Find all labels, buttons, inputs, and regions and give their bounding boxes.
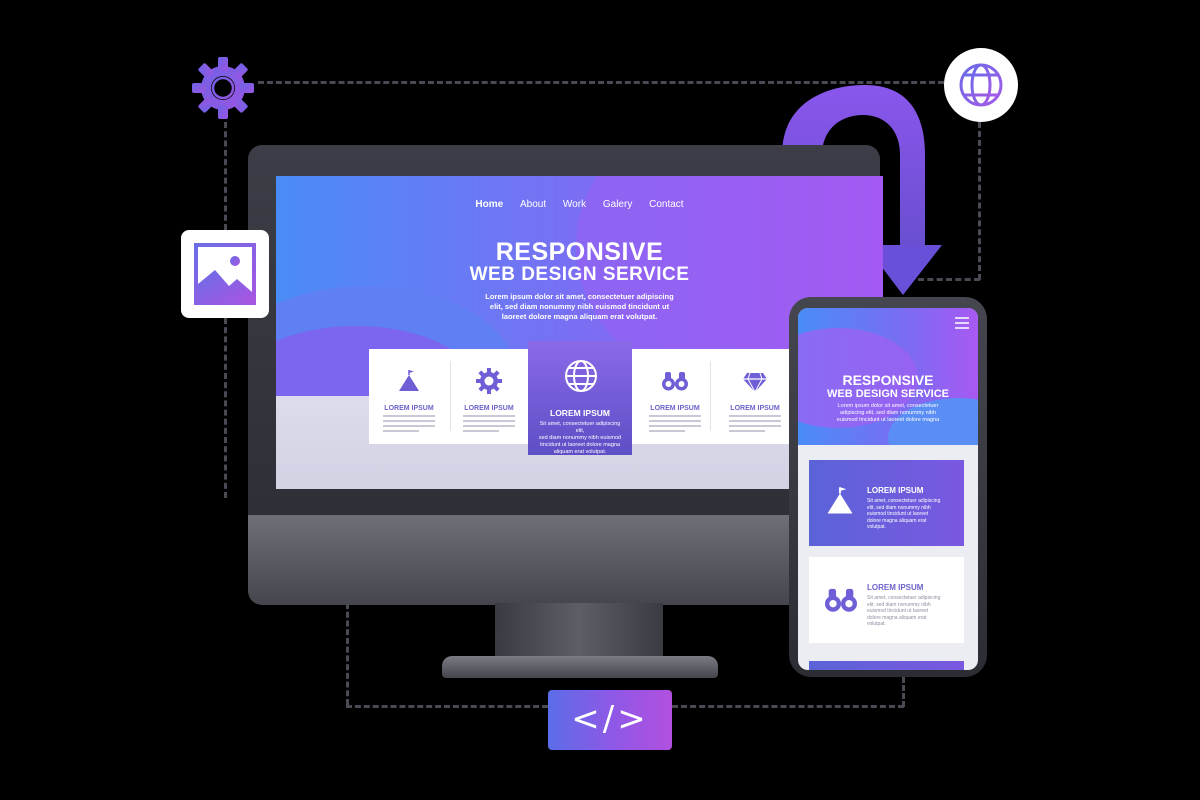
mobile-card-3[interactable] — [809, 661, 964, 670]
nav-about[interactable]: About — [520, 199, 546, 210]
connector-line-bottom-left — [346, 705, 548, 708]
image-icon — [194, 243, 256, 305]
nav-contact[interactable]: Contact — [649, 199, 683, 210]
mobile-card-1-desc-line5: volutpat. — [867, 524, 886, 530]
code-badge: </> — [548, 690, 672, 750]
mobile-hero-desc-line2: adipiscing elit, sed diam nonummy nibh — [840, 410, 936, 416]
mountain-flag-icon — [399, 370, 419, 391]
mobile-card-1[interactable]: LOREM IPSUM Sit amet, consectetuer adipi… — [809, 460, 964, 546]
globe-badge — [944, 48, 1018, 122]
hamburger-menu-icon[interactable] — [954, 316, 970, 330]
mobile-website-screen: RESPONSIVE WEB DESIGN SERVICE Lorem ipsu… — [798, 308, 978, 670]
diamond-icon — [743, 372, 767, 393]
mobile-hero-title-line1: RESPONSIVE — [842, 372, 934, 388]
feature-card-4[interactable]: LOREM IPSUM — [635, 349, 715, 444]
gear-icon — [476, 368, 502, 394]
feature-card-4-text — [649, 415, 701, 435]
mobile-hero-desc: Lorem ipsum dolor sit amet, consectetuer… — [798, 403, 978, 424]
feature-card-5-title: LOREM IPSUM — [730, 405, 780, 412]
connector-line-right — [978, 122, 981, 280]
feature-card-2-text — [463, 415, 515, 435]
mobile-card-2-title: LOREM IPSUM — [867, 583, 924, 592]
image-badge — [181, 230, 269, 318]
feature-card-1-title: LOREM IPSUM — [384, 405, 434, 412]
feature-card-featured-title: LOREM IPSUM — [550, 408, 610, 418]
nav-galery[interactable]: Galery — [603, 199, 632, 210]
hero-desc-line1: Lorem ipsum dolor sit amet, consectetuer… — [485, 292, 674, 301]
feature-card-2-title: LOREM IPSUM — [464, 405, 514, 412]
mobile-hero-desc-line3: euismod tincidunt ut laoreet dolore magn… — [836, 417, 940, 423]
site-nav: Home About Work Galery Contact — [276, 199, 883, 210]
featured-desc-line4: aliquam erat volutpat. — [553, 449, 607, 455]
connector-line-monitor-bottom — [346, 603, 349, 705]
card-divider — [710, 361, 711, 431]
featured-desc-line3: tincidunt ut laoreet dolore magna — [539, 442, 621, 448]
mobile-hero-title-line2: WEB DESIGN SERVICE — [826, 388, 950, 400]
mountain-flag-icon — [827, 487, 853, 514]
mobile-card-1-desc-line1: Sit amet, consectetuer adipiscing — [867, 498, 941, 504]
connector-line-phone-bottom — [902, 677, 905, 707]
monitor-chin — [248, 515, 880, 605]
monitor-stand-base — [442, 656, 718, 678]
gear-icon — [192, 57, 254, 119]
connector-line-left-bottom — [224, 318, 227, 498]
mobile-hero-desc-line1: Lorem ipsum dolor sit amet, consectetuer — [837, 403, 939, 409]
mobile-card-2-desc-line1: Sit amet, consectetuer adipiscing — [867, 595, 941, 601]
feature-card-5[interactable]: LOREM IPSUM — [715, 349, 795, 444]
hero-title-line1: RESPONSIVE — [495, 238, 664, 266]
feature-card-4-title: LOREM IPSUM — [650, 405, 700, 412]
feature-card-1-text — [383, 415, 435, 435]
nav-home[interactable]: Home — [475, 199, 503, 210]
binoculars-icon — [825, 588, 857, 612]
hero-title-line2: WEB DESIGN SERVICE — [469, 264, 690, 285]
mobile-card-2-desc-line5: volutpat. — [867, 621, 886, 627]
mobile-card-2-text: Sit amet, consectetuer adipiscing elit, … — [867, 595, 947, 628]
featured-desc-line1: Sit amet, consectetuer adipiscing elit, — [539, 421, 621, 434]
nav-work[interactable]: Work — [563, 199, 586, 210]
connector-line-bottom-right — [672, 705, 904, 708]
feature-card-2[interactable]: LOREM IPSUM — [449, 349, 529, 444]
featured-desc-line2: sed diam nonummy nibh euismod — [538, 435, 622, 441]
feature-card-5-text — [729, 415, 781, 435]
mobile-card-2[interactable]: LOREM IPSUM Sit amet, consectetuer adipi… — [809, 557, 964, 643]
binoculars-icon — [662, 372, 688, 391]
feature-card-featured[interactable]: LOREM IPSUM Sit amet, consectetuer adipi… — [528, 341, 632, 455]
mobile-card-1-text: Sit amet, consectetuer adipiscing elit, … — [867, 498, 947, 531]
monitor-stand-neck — [495, 603, 663, 663]
feature-card-featured-text: Sit amet, consectetuer adipiscing elit, … — [536, 421, 624, 456]
feature-card-1[interactable]: LOREM IPSUM — [369, 349, 449, 444]
mobile-hero: RESPONSIVE WEB DESIGN SERVICE Lorem ipsu… — [798, 308, 978, 445]
mobile-card-1-title: LOREM IPSUM — [867, 486, 924, 495]
connector-line-left-top — [224, 122, 227, 230]
globe-icon — [565, 360, 597, 392]
globe-icon — [959, 63, 1003, 107]
